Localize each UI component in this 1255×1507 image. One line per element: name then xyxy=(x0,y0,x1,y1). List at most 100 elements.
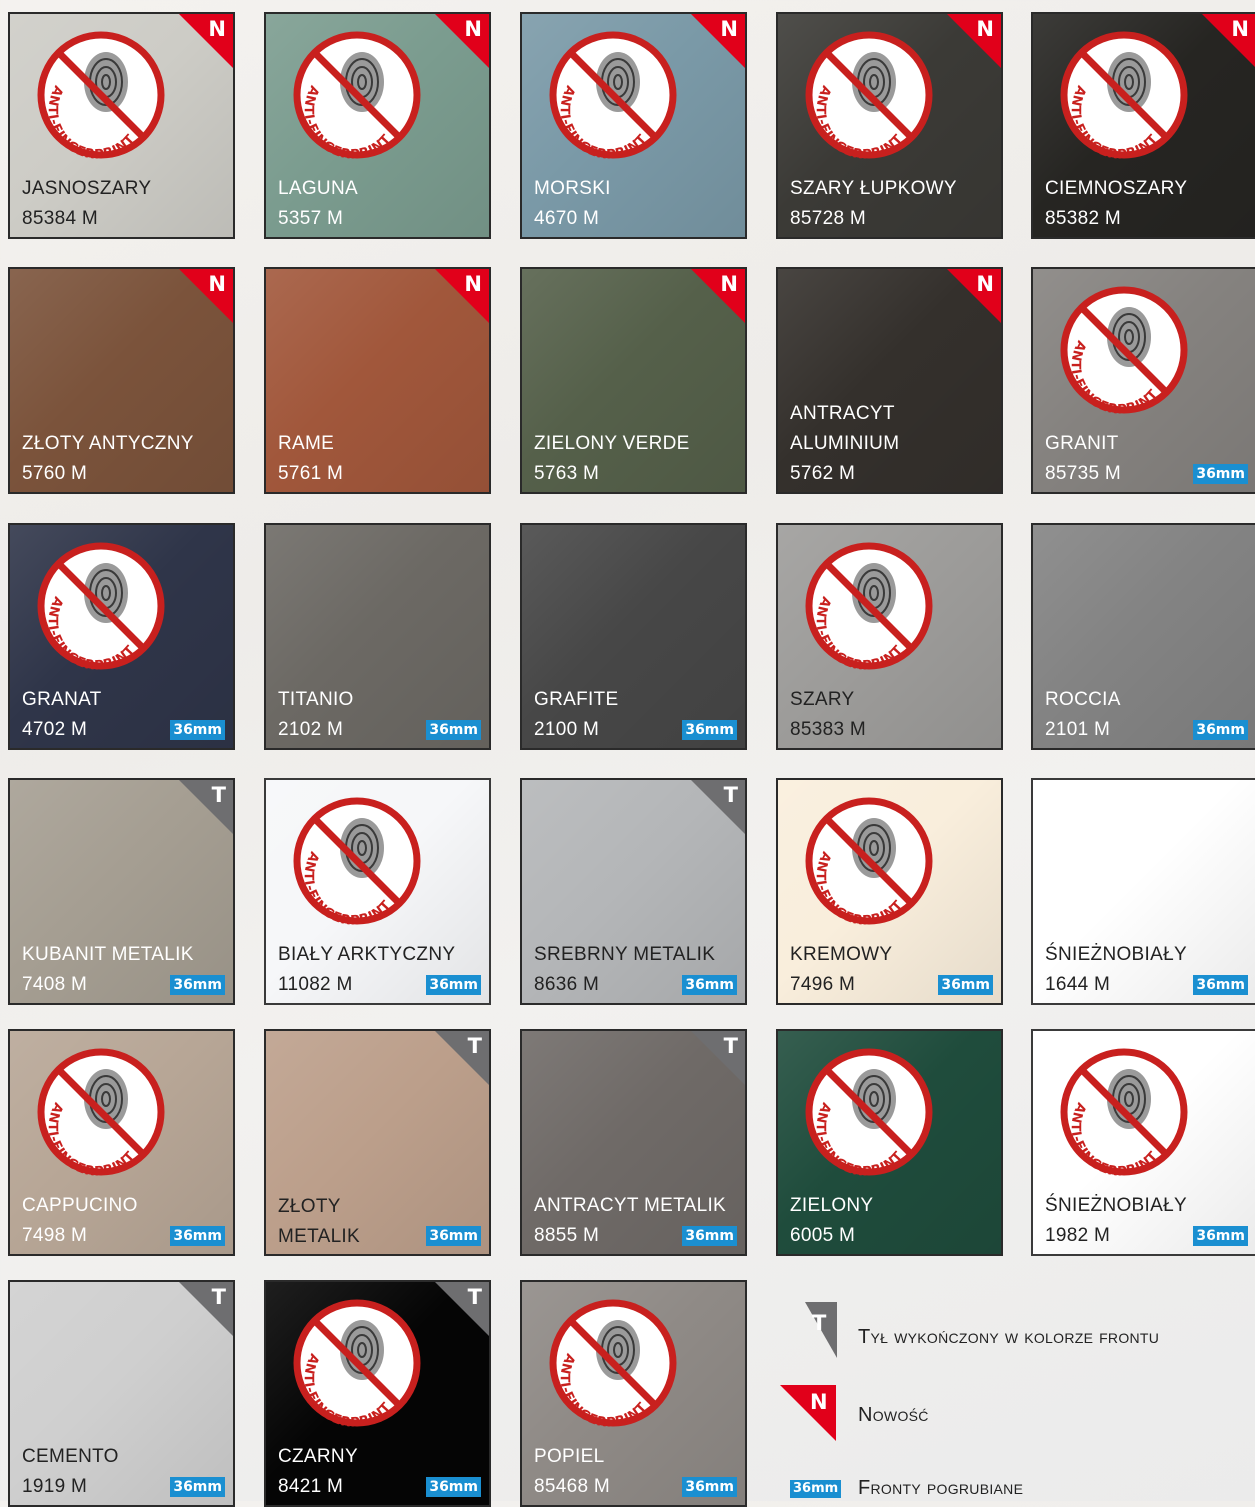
thick-front-badge: 36mm xyxy=(682,1226,737,1246)
swatch-tile: ANTI-FINGERPRINT SZARY 85383 M xyxy=(776,523,1003,750)
corner-badge-letter: T xyxy=(723,1034,738,1058)
swatch-name: ZŁOTY ANTYCZNY xyxy=(22,433,194,454)
anti-fingerprint-icon: ANTI-FINGERPRINT xyxy=(293,797,421,926)
swatch-name: LAGUNA xyxy=(278,178,358,199)
swatch-code: 8421 M xyxy=(278,1476,344,1497)
swatch-tile: ANTI-FINGERPRINT ZIELONY 6005 M xyxy=(776,1029,1003,1256)
anti-fingerprint-icon: ANTI-FINGERPRINT xyxy=(549,1299,677,1428)
swatch-code: 2100 M xyxy=(534,719,600,740)
back-finish-legend-text: Tył wykończony w kolorze frontu xyxy=(858,1326,1160,1348)
swatch-code: 4670 M xyxy=(534,208,600,229)
swatch-tile: T KUBANIT METALIK 7408 M 36mm xyxy=(8,778,235,1005)
swatch-name: CZARNY xyxy=(278,1446,358,1467)
swatch-name: ZŁOTY xyxy=(278,1196,341,1217)
swatch-name: ŚNIEŻNOBIAŁY xyxy=(1045,944,1187,965)
swatch-name: KUBANIT METALIK xyxy=(22,944,194,965)
swatch-tile: N ZŁOTY ANTYCZNY 5760 M xyxy=(8,267,235,494)
swatch-name: POPIEL xyxy=(534,1446,605,1467)
swatch-code: 4702 M xyxy=(22,719,88,740)
corner-badge-letter: T xyxy=(467,1034,482,1058)
swatch-name: SZARY xyxy=(790,689,855,710)
swatch-tile: ANTI-FINGERPRINT ŚNIEŻNOBIAŁY 1982 M 36mm xyxy=(1031,1029,1255,1256)
swatch-code: 5762 M xyxy=(790,463,856,484)
swatch-name: CAPPUCINO xyxy=(22,1195,138,1216)
thick-front-badge: 36mm xyxy=(682,1477,737,1497)
swatch-name: MORSKI xyxy=(534,178,611,199)
swatch-tile: T ZŁOTY METALIK 36mm xyxy=(264,1029,491,1256)
swatch-code: 85735 M xyxy=(1045,463,1122,484)
swatch-code: 1919 M xyxy=(22,1476,88,1497)
corner-badge-letter: N xyxy=(1231,17,1249,41)
swatch-tile: ANTI-FINGERPRINT CAPPUCINO 7498 M 36mm xyxy=(8,1029,235,1256)
swatch-name: JASNOSZARY xyxy=(22,178,152,199)
swatch-tile: N RAME 5761 M xyxy=(264,267,491,494)
corner-badge-letter: T xyxy=(467,1285,482,1309)
swatch-name: GRAFITE xyxy=(534,689,619,710)
anti-fingerprint-icon: ANTI-FINGERPRINT xyxy=(805,797,933,926)
swatch-tile: TITANIO 2102 M 36mm xyxy=(264,523,491,750)
swatch-tile: ANTI-FINGERPRINT BIAŁY ARKTYCZNY 11082 M 36… xyxy=(264,778,491,1005)
swatch-code: 85384 M xyxy=(22,208,99,229)
swatch-tile: T CEMENTO 1919 M 36mm xyxy=(8,1280,235,1507)
anti-fingerprint-icon: ANTI-FINGERPRINT xyxy=(1060,31,1188,160)
swatch-name: KREMOWY xyxy=(790,944,893,965)
thick-front-badge: 36mm xyxy=(682,975,737,995)
swatch-tile: ANTI-FINGERPRINT POPIEL 85468 M 36mm xyxy=(520,1280,747,1507)
thick-legend-badge: 36mm xyxy=(790,1480,842,1498)
thick-front-badge: 36mm xyxy=(1193,720,1248,740)
thick-front-badge: 36mm xyxy=(426,720,481,740)
anti-fingerprint-icon: ANTI-FINGERPRINT xyxy=(37,31,165,160)
thick-front-badge: 36mm xyxy=(1193,1226,1248,1246)
anti-fingerprint-icon: ANTI-FINGERPRINT xyxy=(37,1048,165,1177)
swatch-name: ANTRACYT xyxy=(790,403,895,424)
swatch-code: 1644 M xyxy=(1045,974,1111,995)
swatch-name: SZARY ŁUPKOWY xyxy=(790,178,957,199)
swatch-name: ŚNIEŻNOBIAŁY xyxy=(1045,1195,1187,1216)
anti-fingerprint-icon: ANTI-FINGERPRINT xyxy=(549,31,677,160)
anti-fingerprint-icon: ANTI-FINGERPRINT xyxy=(805,542,933,671)
swatch-code: 7498 M xyxy=(22,1225,88,1246)
new-legend-letter: N xyxy=(810,1390,828,1414)
thick-front-badge: 36mm xyxy=(682,720,737,740)
swatch-code: 5763 M xyxy=(534,463,600,484)
swatch-code: 2102 M xyxy=(278,719,344,740)
swatch-tile: ŚNIEŻNOBIAŁY 1644 M 36mm xyxy=(1031,778,1255,1005)
swatch-name: ZIELONY VERDE xyxy=(534,433,690,454)
swatch-name: GRANAT xyxy=(22,689,102,710)
new-legend-text: Nowość xyxy=(858,1404,929,1426)
swatch-tile: T ANTRACYT METALIK 8855 M 36mm xyxy=(520,1029,747,1256)
corner-badge-letter: N xyxy=(720,272,738,296)
swatch-name: CIEMNOSZARY xyxy=(1045,178,1188,199)
anti-fingerprint-icon: ANTI-FINGERPRINT xyxy=(1060,1048,1188,1177)
anti-fingerprint-icon: ANTI-FINGERPRINT xyxy=(1060,286,1188,415)
swatch-code: 85468 M xyxy=(534,1476,611,1497)
swatch-name: ANTRACYT METALIK xyxy=(534,1195,727,1216)
anti-fingerprint-icon: ANTI-FINGERPRINT xyxy=(37,542,165,671)
swatch-tile: N ZIELONY VERDE 5763 M xyxy=(520,267,747,494)
corner-badge-letter: N xyxy=(464,17,482,41)
swatch-code: 85728 M xyxy=(790,208,867,229)
swatch-name: TITANIO xyxy=(278,689,354,710)
corner-badge-letter: T xyxy=(211,1285,226,1309)
swatch-name: ZIELONY xyxy=(790,1195,874,1216)
swatch-tile: ANTI-FINGERPRINT GRANAT 4702 M 36mm xyxy=(8,523,235,750)
corner-badge-letter: N xyxy=(208,272,226,296)
swatch-code: 1982 M xyxy=(1045,1225,1111,1246)
new-legend-icon xyxy=(780,1385,836,1441)
thick-front-badge: 36mm xyxy=(426,1226,481,1246)
thick-front-badge: 36mm xyxy=(170,975,225,995)
swatch-code: 5760 M xyxy=(22,463,88,484)
swatch-code: 8636 M xyxy=(534,974,600,995)
corner-badge-letter: N xyxy=(464,272,482,296)
anti-fingerprint-icon: ANTI-FINGERPRINT xyxy=(805,31,933,160)
swatch-tile: ANTI-FINGERPRINT N SZARY ŁUPKOWY 85728 M xyxy=(776,12,1003,239)
swatch-tile: ANTI-FINGERPRINT N MORSKI 4670 M xyxy=(520,12,747,239)
swatch-tile: T SREBRNY METALIK 8636 M 36mm xyxy=(520,778,747,1005)
corner-badge-letter: T xyxy=(723,783,738,807)
swatch-name: SREBRNY METALIK xyxy=(534,944,716,965)
corner-badge-letter: N xyxy=(720,17,738,41)
corner-badge-letter: T xyxy=(211,783,226,807)
anti-fingerprint-icon: ANTI-FINGERPRINT xyxy=(805,1048,933,1177)
back-finish-legend-letter: T xyxy=(812,1311,827,1335)
thick-front-badge: 36mm xyxy=(1193,464,1248,484)
